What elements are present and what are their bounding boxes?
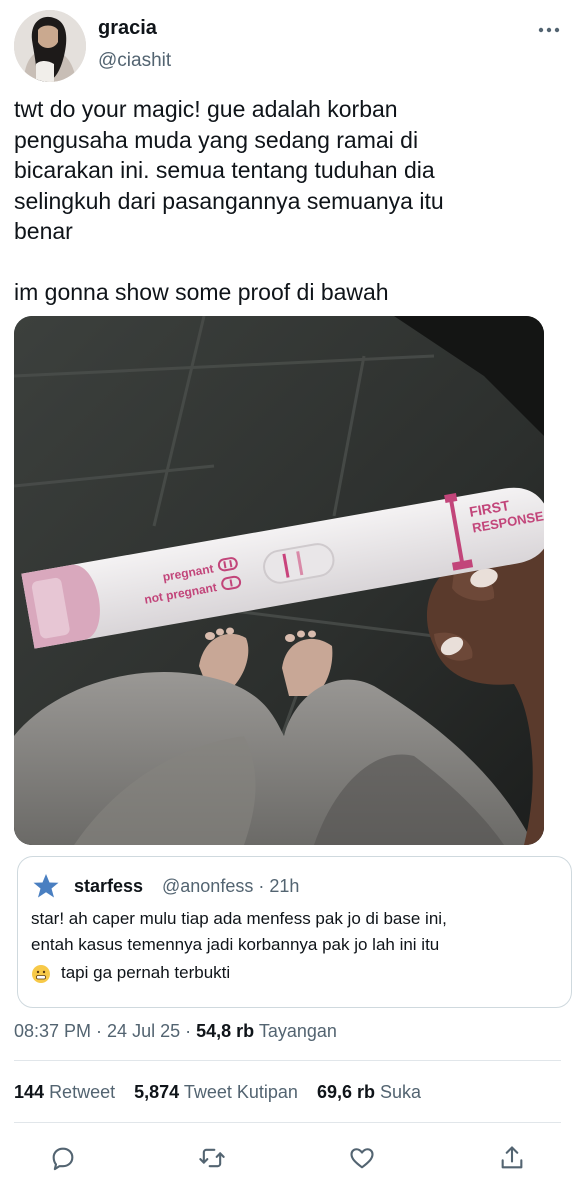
grimace-emoji-icon <box>32 965 50 983</box>
retweets-label: Retweet <box>49 1082 116 1102</box>
views-label: Tayangan <box>258 1021 337 1041</box>
quoted-tweet[interactable]: starfess @anonfess · 21h star! ah caper … <box>17 856 572 1008</box>
retweet-icon[interactable] <box>198 1144 226 1172</box>
user-handle[interactable]: @ciashit <box>98 50 171 72</box>
retweets-stat[interactable]: 144 Retweet <box>14 1082 115 1102</box>
quoted-text-line-2: entah kasus temennya jadi korbannya pak … <box>31 935 440 954</box>
tweet-text: twt do your magic! gue adalah korban pen… <box>14 96 444 305</box>
quoted-text-line-3: tapi ga pernah terbukti <box>61 963 231 982</box>
retweets-count: 144 <box>14 1082 45 1102</box>
action-bar <box>0 1138 575 1178</box>
views-count: 54,8 rb <box>196 1021 255 1041</box>
tweet-photo[interactable]: pregnant not pregnant FIRST RESPONSE <box>14 316 544 845</box>
heart-icon[interactable] <box>348 1144 376 1172</box>
divider <box>14 1060 561 1061</box>
quoted-text-line-1: star! ah caper mulu tiap ada menfess pak… <box>31 909 447 928</box>
avatar[interactable] <box>14 10 86 82</box>
tweet-date[interactable]: 24 Jul 25 <box>107 1021 180 1041</box>
quotes-count: 5,874 <box>134 1082 180 1102</box>
quoted-display-name: starfess <box>74 876 144 896</box>
reply-icon[interactable] <box>49 1144 77 1172</box>
more-options-icon[interactable] <box>537 24 561 36</box>
star-icon <box>33 874 59 898</box>
quoted-handle: @anonfess <box>162 876 254 896</box>
likes-label: Suka <box>380 1082 422 1102</box>
tweet-stats: 144 Retweet 5,874 Tweet Kutipan 69,6 rb … <box>14 1082 421 1103</box>
quotes-stat[interactable]: 5,874 Tweet Kutipan <box>134 1082 298 1102</box>
quotes-label: Tweet Kutipan <box>183 1082 298 1102</box>
tweet-meta: 08:37 PM · 24 Jul 25 · 54,8 rb Tayangan <box>14 1021 337 1041</box>
tweet-header: gracia @ciashit <box>14 10 561 84</box>
display-name[interactable]: gracia <box>98 17 157 40</box>
avatar-image <box>14 10 86 82</box>
likes-stat[interactable]: 69,6 rb Suka <box>317 1082 421 1102</box>
pregnancy-test-photo: pregnant not pregnant FIRST RESPONSE <box>14 316 544 845</box>
share-icon[interactable] <box>498 1144 526 1172</box>
quoted-handle-time: @anonfess · 21h <box>162 876 300 896</box>
divider <box>14 1122 561 1123</box>
likes-count: 69,6 rb <box>316 1082 375 1102</box>
quoted-time: 21h <box>269 876 300 896</box>
tweet-time[interactable]: 08:37 PM <box>14 1021 91 1041</box>
